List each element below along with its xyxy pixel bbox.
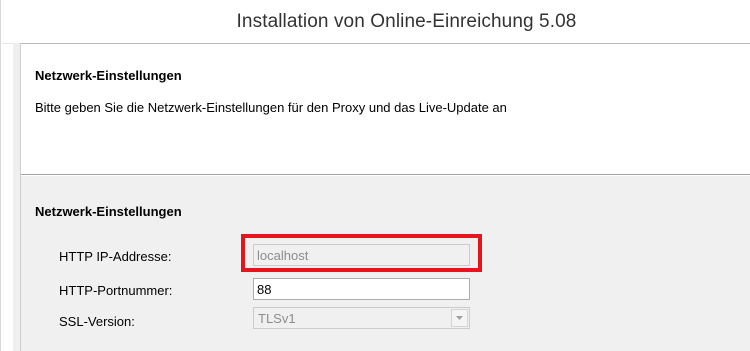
chevron-down-icon bbox=[456, 316, 463, 320]
http-port-label: HTTP-Portnummer: bbox=[59, 283, 173, 298]
http-ip-input[interactable] bbox=[253, 244, 470, 266]
window-left-edge bbox=[13, 43, 21, 351]
page-title: Netzwerk-Einstellungen bbox=[35, 68, 182, 83]
http-ip-label: HTTP IP-Addresse: bbox=[59, 249, 172, 264]
header-panel: Netzwerk-Einstellungen Bitte geben Sie d… bbox=[21, 43, 750, 175]
settings-panel: Netzwerk-Einstellungen HTTP IP-Addresse:… bbox=[21, 176, 750, 351]
ssl-version-dropdown-button[interactable] bbox=[451, 309, 468, 327]
title-bar[interactable]: Installation von Online-Einreichung 5.08 bbox=[2, 0, 750, 44]
ssl-version-label: SSL-Version: bbox=[59, 314, 135, 329]
ssl-version-select[interactable]: TLSv1 bbox=[253, 307, 470, 329]
installer-window: Installation von Online-Einreichung 5.08… bbox=[0, 0, 750, 351]
section-title: Netzwerk-Einstellungen bbox=[35, 204, 182, 219]
window-title: Installation von Online-Einreichung 5.08 bbox=[236, 11, 577, 32]
ssl-version-value: TLSv1 bbox=[258, 311, 296, 326]
http-port-input[interactable] bbox=[253, 278, 470, 300]
page-description: Bitte geben Sie die Netzwerk-Einstellung… bbox=[35, 100, 507, 115]
